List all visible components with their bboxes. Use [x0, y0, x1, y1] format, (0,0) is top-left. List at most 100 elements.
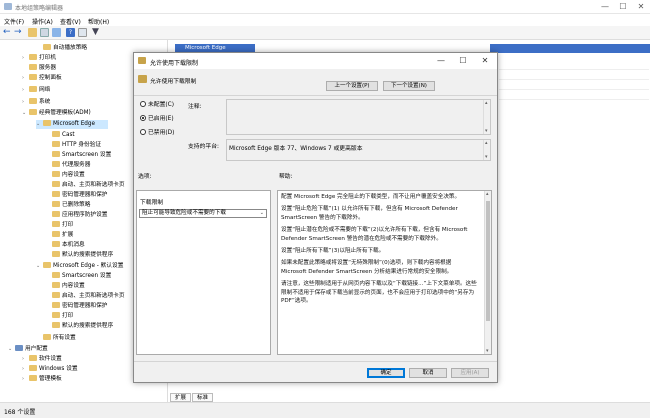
chevron-down-icon: ⌄	[259, 210, 264, 216]
tree-item[interactable]: 已删除策略	[52, 201, 90, 210]
window-titlebar: 本地组策略编辑器 — ☐ ✕	[0, 0, 650, 14]
tree-item[interactable]: ⌄ Microsoft Edge - 默认设置	[36, 262, 123, 271]
radio-enabled[interactable]: 已启用(E)	[140, 115, 174, 123]
radio-not-configured[interactable]: 未配置(C)	[140, 101, 174, 109]
help-paragraph: 请注意，这些限制适用于从网页内容下载以及“下载链接...”上下文菜单项。这些限制…	[281, 281, 477, 305]
tree-item[interactable]: › 软件设置	[22, 355, 62, 364]
divider	[134, 361, 497, 362]
tree-item[interactable]: 内容设置	[52, 171, 85, 180]
help-panel: 配置 Microsoft Edge 完全阻止的下载类型，而不让用户覆盖安全决策。…	[277, 190, 492, 355]
dialog-titlebar: 允许使用下载限制 — ☐ ✕	[134, 53, 497, 69]
folder-up-icon[interactable]	[28, 28, 37, 37]
dialog-title: 允许使用下载限制	[150, 60, 199, 67]
tree-item[interactable]: 打印	[52, 221, 73, 230]
dropdown-value: 阻止可能导致危险或不需要的下载	[142, 210, 226, 216]
platform-scrollbar[interactable]: ▴ ▾	[483, 140, 490, 160]
tree-item[interactable]: 密码管理器和保护	[52, 191, 108, 200]
tree-item[interactable]: › 打印机	[22, 54, 56, 63]
comment-label: 注释:	[188, 104, 202, 110]
tree-item[interactable]: 打印	[52, 312, 73, 321]
apply-button[interactable]: 应用(A)	[451, 368, 489, 378]
tree-item[interactable]: › 管理模板	[22, 375, 62, 384]
dialog-minimize-icon[interactable]: —	[430, 54, 452, 68]
filter-icon[interactable]: ▼	[92, 27, 99, 37]
policy-dialog: 允许使用下载限制 — ☐ ✕ 允许使用下载限制 上一个设置(P) 下一个设置(N…	[133, 52, 498, 383]
tree-item[interactable]: 默认的搜索提供程序	[52, 322, 113, 331]
window-title: 本地组策略编辑器	[15, 5, 64, 12]
tab-standard[interactable]: 标准	[192, 393, 214, 402]
status-text: 168 个设置	[4, 409, 36, 416]
tree-item[interactable]: 密码管理器和保护	[52, 302, 108, 311]
close-icon[interactable]: ✕	[632, 1, 650, 13]
tree-item[interactable]: Smartscreen 设置	[52, 151, 111, 160]
next-setting-button[interactable]: 下一个设置(N)	[383, 81, 435, 91]
menu-help[interactable]: 帮助(H)	[88, 17, 109, 26]
tree-item[interactable]: 所有设置	[36, 334, 76, 343]
tree-item-selected[interactable]: ⌄ Microsoft Edge	[36, 120, 108, 129]
help-scrollbar[interactable]: ▴ ▾	[484, 191, 491, 354]
tree-item[interactable]: ⌄ 用户配置	[8, 345, 48, 354]
tree-item[interactable]: › Windows 设置	[22, 365, 78, 374]
tree-item[interactable]: › 系统	[22, 98, 50, 107]
help-paragraph: 配置 Microsoft Edge 完全阻止的下载类型，而不让用户覆盖安全决策。	[281, 194, 461, 200]
help-paragraph: 如果未配置此策略或将设置“无特殊限制”(0)选项，则下载内容将根据 Micros…	[281, 260, 453, 275]
toolbar: ← → ? ▼	[0, 26, 650, 40]
dialog-subtitle: 允许使用下载限制	[150, 79, 197, 85]
help-scroll-thumb[interactable]	[486, 201, 490, 321]
tree-item[interactable]: 启动、主页和新选项卡页	[52, 292, 125, 301]
minimize-icon[interactable]: —	[596, 1, 614, 13]
supported-platform-text: Microsoft Edge 版本 77、Windows 7 或更高版本	[229, 146, 363, 152]
tree-item[interactable]: 自动播放策略	[36, 44, 87, 53]
properties-icon[interactable]	[78, 28, 87, 37]
view-tabs: 扩展 标准	[170, 393, 230, 402]
comment-scrollbar[interactable]: ▴ ▾	[483, 100, 490, 134]
menu-bar: 文件(F) 操作(A) 查看(V) 帮助(H)	[0, 14, 650, 26]
previous-setting-button[interactable]: 上一个设置(P)	[326, 81, 378, 91]
help-paragraph: 设置“阻止所有下载”(3)以阻止所有下载。	[281, 248, 385, 255]
tree-item[interactable]: 应用程序防护设置	[52, 211, 108, 220]
tree-item[interactable]: 代理服务器	[52, 161, 90, 170]
tree-item[interactable]: 启动、主页和新选项卡页	[52, 181, 125, 190]
show-hide-tree-icon[interactable]	[40, 28, 49, 37]
comment-textarea[interactable]: ▴ ▾	[226, 99, 491, 135]
radio-disabled[interactable]: 已禁用(D)	[140, 129, 174, 137]
menu-action[interactable]: 操作(A)	[32, 17, 53, 26]
help-paragraph: 设置“阻止危险下载”(1) 以允许所有下载，但含有 Microsoft Defe…	[281, 206, 458, 221]
tree-item[interactable]: › 网络	[22, 86, 50, 95]
policy-icon	[138, 57, 146, 64]
export-list-icon[interactable]	[52, 28, 61, 37]
tree-item[interactable]: 内容设置	[52, 282, 85, 291]
dialog-maximize-icon[interactable]: ☐	[452, 54, 474, 68]
help-label: 帮助:	[279, 174, 293, 180]
tree-item[interactable]: › 控制面板	[22, 74, 62, 83]
tree-item[interactable]: HTTP 身份验证	[52, 141, 101, 150]
settings-list-area	[499, 60, 649, 260]
right-pane-header-bar	[490, 44, 650, 53]
tree-item[interactable]: 默认的搜索提供程序	[52, 251, 113, 260]
help-icon[interactable]: ?	[66, 28, 75, 37]
menu-view[interactable]: 查看(V)	[60, 17, 81, 26]
tree-item[interactable]: Cast	[52, 131, 75, 140]
forward-arrow-icon[interactable]: →	[14, 27, 22, 37]
supported-platform-box: Microsoft Edge 版本 77、Windows 7 或更高版本 ▴ ▾	[226, 139, 491, 161]
divider	[134, 95, 497, 96]
download-restriction-dropdown[interactable]: 阻止可能导致危险或不需要的下载 ⌄	[139, 209, 267, 218]
tab-extended[interactable]: 扩展	[170, 393, 192, 402]
tree-item[interactable]: Smartscreen 设置	[52, 272, 111, 281]
options-label: 选项:	[138, 174, 152, 180]
tree-item[interactable]: 本机消息	[52, 241, 85, 250]
policy-setting-icon	[138, 75, 147, 83]
back-arrow-icon[interactable]: ←	[3, 27, 11, 37]
tree-item[interactable]: ⌄ 经典管理模板(ADM)	[22, 109, 91, 118]
options-panel: 下载限制 阻止可能导致危险或不需要的下载 ⌄	[136, 190, 271, 355]
tree-item[interactable]: 服务器	[22, 64, 56, 73]
tree-item[interactable]: 扩展	[52, 231, 73, 240]
app-icon	[4, 3, 12, 10]
menu-file[interactable]: 文件(F)	[4, 17, 24, 26]
cancel-button[interactable]: 取消	[409, 368, 447, 378]
supported-platform-label: 支持的平台:	[188, 144, 219, 150]
help-paragraph: 设置“阻止潜在危险或不需要的下载”(2)以允许所有下载，但含有 Microsof…	[281, 227, 468, 242]
maximize-icon[interactable]: ☐	[614, 1, 632, 13]
dialog-close-icon[interactable]: ✕	[474, 54, 496, 68]
ok-button[interactable]: 确定	[367, 368, 405, 378]
